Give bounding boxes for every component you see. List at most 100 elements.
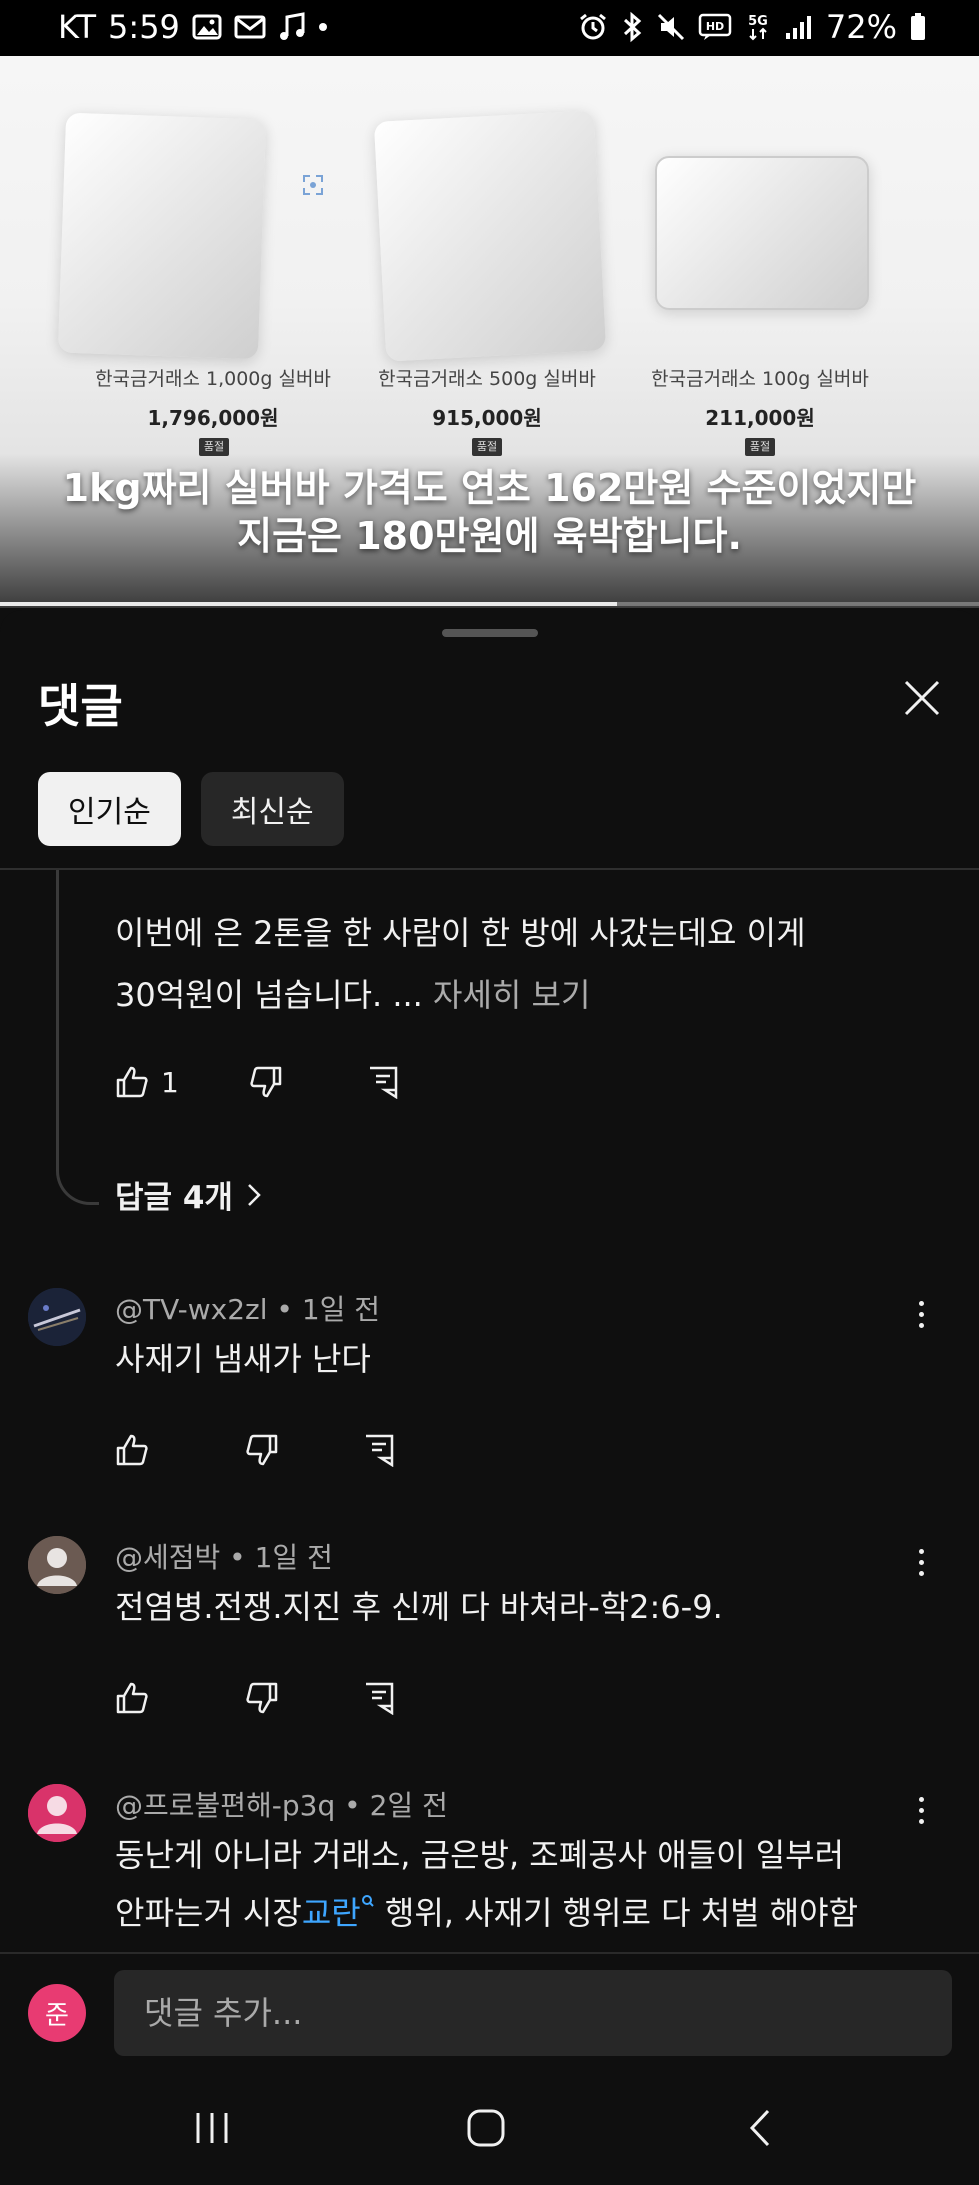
avatar[interactable] [28, 1288, 86, 1346]
drag-handle[interactable] [442, 629, 538, 637]
reply-icon [366, 1682, 394, 1715]
svg-text:5G: 5G [748, 14, 768, 29]
like-button[interactable] [115, 1681, 149, 1715]
view-replies-link[interactable]: 답글 4개 [115, 1172, 261, 1217]
product-price: 915,000원 [432, 406, 542, 430]
silver-bar-100g-image [655, 156, 869, 310]
comment-author[interactable]: @세점박 [115, 1541, 220, 1574]
comment-time: 1일 전 [301, 1293, 381, 1326]
system-nav-bar [0, 2072, 979, 2185]
subtitle-line: 지금은 180만원에 육박합니다. [237, 514, 742, 558]
reply-button[interactable] [363, 1681, 395, 1715]
network-5g-icon: 5G [744, 8, 772, 46]
comment-text-line: 동난게 아니라 거래소, 금은방, 조폐공사 애들이 일부러 [115, 1836, 845, 1874]
comment-text-line: 안파는거 시장교란 행위, 사재기 행위로 다 처벌 해야함 [115, 1884, 915, 1942]
search-icon [361, 1895, 374, 1908]
more-options-button[interactable] [910, 1788, 932, 1832]
battery-percent: 72% [825, 8, 897, 46]
recent-apps-icon [196, 2113, 228, 2143]
comment-author[interactable]: @TV-wx2zl [115, 1293, 267, 1326]
divider [0, 868, 979, 870]
mute-icon [656, 8, 686, 46]
video-player[interactable]: 한국금거래소 1,000g 실버바 1,796,000원 품절 한국금거래소 5… [0, 56, 979, 608]
like-button[interactable]: 1 [115, 1065, 179, 1099]
thumbs-up-icon [116, 1682, 148, 1714]
sort-chip-newest[interactable]: 최신순 [200, 772, 344, 846]
bluetooth-icon [620, 8, 644, 46]
panel-title: 댓글 [38, 679, 123, 733]
sort-chips: 인기순 최신순 [38, 772, 344, 846]
comment-meta: @TV-wx2zl • 1일 전 [115, 1293, 381, 1326]
comment-actions [115, 1676, 395, 1720]
thumbs-down-icon [250, 1066, 282, 1098]
comment-meta: @세점박 • 1일 전 [115, 1541, 333, 1574]
music-note-icon [278, 8, 306, 46]
more-options-button[interactable] [910, 1540, 932, 1584]
add-comment-input[interactable] [114, 1970, 952, 2056]
comments-panel: 댓글 인기순 최신순 이번에 은 2톤을 한 사람이 한 방에 사갔는데요 이게… [0, 610, 979, 2185]
search-link[interactable]: 교란 [302, 1894, 361, 1932]
comment-text-line: 30억원이 넘습니다. ... 자세히 보기 [115, 964, 935, 1026]
comment-actions: 1 [115, 1060, 399, 1104]
dislike-button[interactable] [245, 1433, 279, 1467]
comment-text-line: 이번에 은 2톤을 한 사람이 한 방에 사갔는데요 이게 [115, 914, 806, 952]
home-button[interactable] [456, 2102, 516, 2154]
comment-text: 이번에 은 2톤을 한 사람이 한 방에 사갔는데요 이게 30억원이 넘습니다… [115, 902, 935, 1026]
svg-text:HD: HD [706, 20, 724, 33]
product-name: 한국금거래소 500g 실버바 [378, 368, 596, 390]
gallery-icon [192, 8, 222, 46]
like-count: 1 [161, 1065, 179, 1099]
comment-text-fragment: 행위, 사재기 행위로 다 처벌 해야함 [374, 1894, 859, 1932]
subtitle-line: 1kg짜리 실버바 가격도 연초 162만원 수준이었지만 [62, 466, 917, 510]
avatar[interactable] [28, 1784, 86, 1842]
video-subtitle: 1kg짜리 실버바 가격도 연초 162만원 수준이었지만 지금은 180만원에… [0, 464, 979, 560]
replies-count-label: 답글 4개 [115, 1180, 233, 1216]
avatar[interactable] [28, 1536, 86, 1594]
product-price: 211,000원 [705, 406, 815, 430]
comment-text-fragment: 30억원이 넘습니다. ... [115, 976, 423, 1014]
sold-out-tag: 품절 [199, 438, 229, 456]
comment-author[interactable]: @프로불편해-p3q [115, 1789, 335, 1822]
comment-text: 동난게 아니라 거래소, 금은방, 조폐공사 애들이 일부러 안파는거 시장교란… [115, 1826, 915, 1942]
clock: 5:59 [108, 8, 180, 46]
close-button[interactable] [896, 672, 948, 724]
expand-icon [302, 174, 324, 200]
more-options-button[interactable] [910, 1292, 932, 1336]
comment-text: 전염병.전쟁.지진 후 신께 다 바쳐라-학2:6-9. [115, 1588, 723, 1626]
home-icon [467, 2109, 505, 2147]
recent-apps-button[interactable] [182, 2102, 242, 2154]
reply-button[interactable] [367, 1065, 399, 1099]
notification-dot-icon [318, 8, 328, 46]
silver-bar-1kg-image [57, 112, 267, 360]
thumbs-up-icon [116, 1066, 148, 1098]
hd-voice-icon: HD [698, 8, 732, 46]
thumbs-down-icon [246, 1682, 278, 1714]
status-bar: KT 5:59 HD 5G 72% [0, 0, 979, 56]
reply-icon [366, 1434, 394, 1467]
battery-icon [909, 8, 927, 46]
chevron-right-icon [248, 1183, 261, 1206]
thumbs-down-icon [246, 1434, 278, 1466]
sort-chip-popular[interactable]: 인기순 [38, 772, 181, 846]
alarm-icon [578, 8, 608, 46]
thread-line [56, 870, 99, 1205]
signal-icon [784, 8, 814, 46]
dislike-button[interactable] [245, 1681, 279, 1715]
close-icon [904, 680, 940, 716]
product-name: 한국금거래소 1,000g 실버바 [95, 368, 331, 390]
reply-button[interactable] [363, 1433, 395, 1467]
video-progress-bar[interactable] [0, 602, 979, 606]
comment-meta: @프로불편해-p3q • 2일 전 [115, 1789, 448, 1822]
comment-time: 2일 전 [369, 1789, 448, 1822]
silver-bar-500g-image [373, 110, 607, 362]
dislike-button[interactable] [249, 1065, 283, 1099]
back-button[interactable] [730, 2102, 790, 2154]
add-comment-bar: 준 [0, 1952, 979, 2074]
sold-out-tag: 품절 [472, 438, 502, 456]
thumbs-up-icon [116, 1434, 148, 1466]
user-avatar[interactable]: 준 [28, 1984, 86, 2042]
like-button[interactable] [115, 1433, 149, 1467]
comment-time: 1일 전 [254, 1541, 333, 1574]
mail-icon [234, 8, 266, 46]
read-more-link[interactable]: 자세히 보기 [433, 976, 590, 1014]
